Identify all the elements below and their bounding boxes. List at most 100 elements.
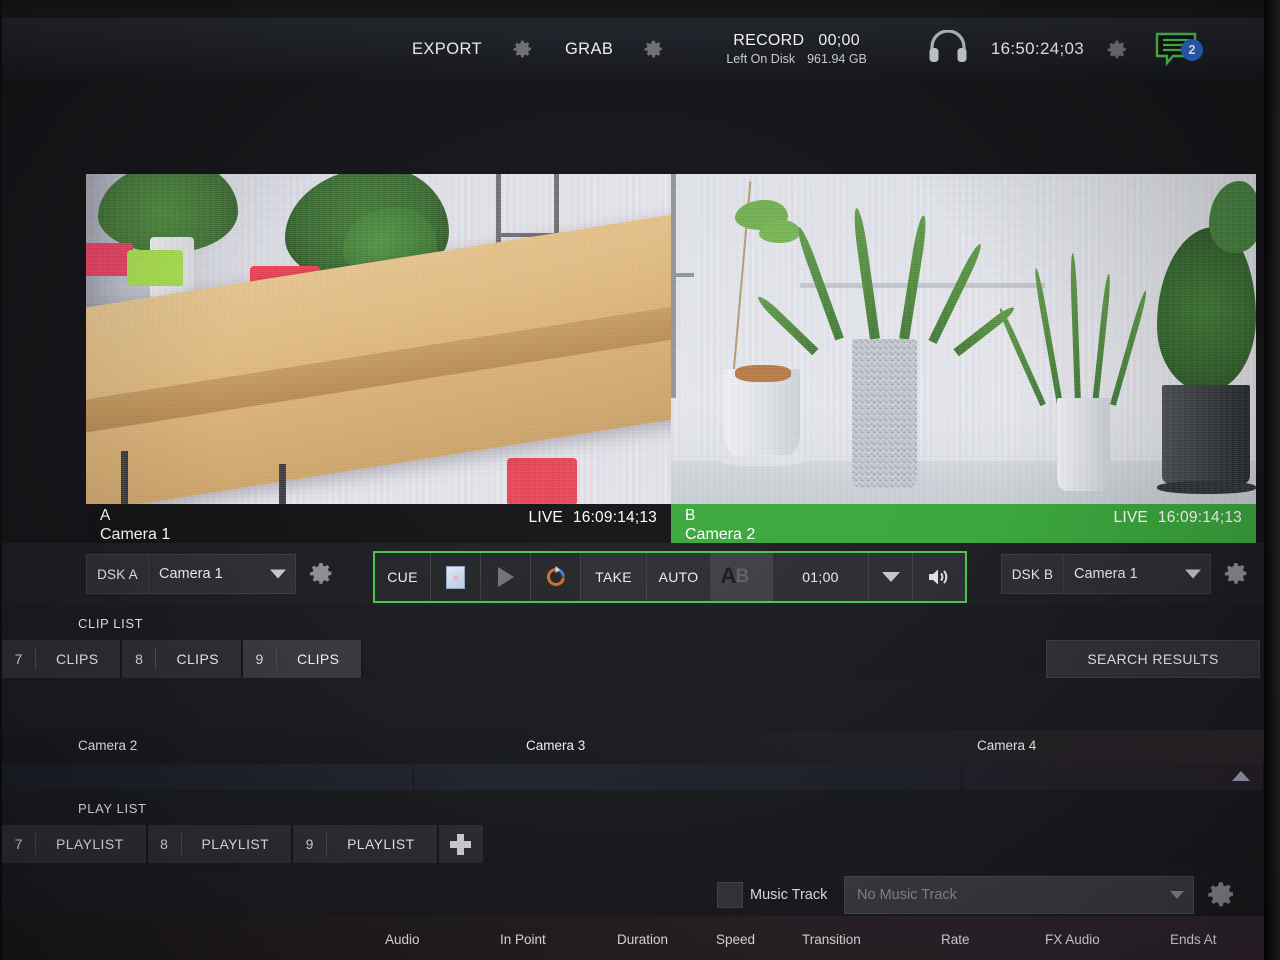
monitor-bezel-right	[1264, 0, 1280, 960]
grab-gear-icon[interactable]	[643, 39, 664, 60]
top-toolbar: EXPORT GRAB RECORD 00;00 Left On Disk 961.…	[2, 18, 1264, 80]
grab-label: GRAB	[564, 39, 614, 58]
play-button[interactable]	[481, 553, 531, 601]
clip-columns-header: Audio In Point Duration Speed Transition…	[2, 916, 1264, 960]
playlist-tab-7-number: 7	[2, 833, 36, 855]
dsk-b-button[interactable]: DSK B	[1001, 554, 1063, 594]
playlist-tab-8-label: PLAYLIST	[201, 836, 270, 852]
playlist-tab-9[interactable]: 9 PLAYLIST	[293, 825, 439, 863]
export-button[interactable]: EXPORT	[412, 40, 482, 59]
plus-icon	[450, 833, 472, 855]
chevron-down-icon	[270, 569, 286, 579]
clip-tab-8-label: CLIPS	[176, 651, 219, 667]
music-track-select[interactable]: No Music Track	[844, 876, 1194, 914]
monitor-photo: EXPORT GRAB RECORD 00;00 Left On Disk 961.…	[0, 0, 1280, 960]
clip-thumbnail-cell[interactable]	[2, 764, 414, 790]
column-in-point[interactable]: In Point	[500, 932, 546, 947]
column-speed[interactable]: Speed	[716, 932, 755, 947]
column-ends-at[interactable]: Ends At	[1170, 932, 1217, 947]
add-playlist-button[interactable]	[438, 825, 483, 863]
messages-button[interactable]: 2	[1155, 32, 1203, 67]
record-status[interactable]: RECORD 00;00 Left On Disk 961.94 GB	[726, 32, 867, 66]
play-icon	[497, 567, 514, 587]
music-track-gear-icon[interactable]	[1206, 880, 1236, 915]
stop-button[interactable]	[431, 553, 481, 601]
loop-button[interactable]	[531, 553, 581, 601]
dsk-a-gear-icon[interactable]	[308, 554, 334, 594]
dsk-a-control: DSK A Camera 1	[86, 554, 334, 594]
music-track-value: No Music Track	[857, 887, 957, 903]
clip-camera-row: Camera 2 Camera 3 Camera 4	[2, 730, 1264, 764]
clip-list-tabs: 7 CLIPS 8 CLIPS 9 CLIPS	[2, 640, 364, 678]
switcher-screen: EXPORT GRAB RECORD 00;00 Left On Disk 961.…	[2, 18, 1264, 960]
clip-camera-2-label[interactable]: Camera 2	[78, 738, 137, 753]
playlist-tab-7[interactable]: 7 PLAYLIST	[2, 825, 148, 863]
auto-button[interactable]: AUTO	[647, 553, 711, 601]
monitor-bezel-top	[0, 0, 1280, 18]
dsk-b-control: DSK B Camera 1	[1001, 554, 1249, 594]
clip-tab-7[interactable]: 7 CLIPS	[2, 640, 123, 678]
chevron-down-icon	[1170, 891, 1184, 899]
volume-icon	[929, 569, 948, 585]
dsk-a-button[interactable]: DSK A	[86, 554, 148, 594]
music-track-label: Music Track	[750, 887, 828, 903]
clip-camera-4-label[interactable]: Camera 4	[977, 738, 1036, 753]
clip-thumbnail-cell[interactable]	[414, 764, 962, 790]
clip-list-title: CLIP LIST	[78, 616, 144, 631]
clock-gear-icon[interactable]	[1106, 39, 1127, 60]
transition-duration-value[interactable]: 01;00	[773, 553, 869, 601]
take-button[interactable]: TAKE	[581, 553, 647, 601]
clip-tab-8-number: 8	[122, 648, 157, 670]
transition-control-group: CUE TAKE AUTO AB 01;00	[373, 551, 967, 603]
dsk-a-source-value: Camera 1	[159, 566, 223, 582]
playlist-tab-8[interactable]: 8 PLAYLIST	[147, 825, 294, 863]
dsk-b-gear-icon[interactable]	[1223, 554, 1249, 594]
headphone-icon[interactable]	[927, 28, 969, 69]
music-track-checkbox[interactable]	[717, 882, 743, 908]
column-duration[interactable]: Duration	[617, 932, 668, 947]
dsk-a-source-select[interactable]: Camera 1	[148, 554, 296, 594]
column-fx-audio[interactable]: FX Audio	[1045, 932, 1100, 947]
multiview: 6 51 232430	[86, 174, 1256, 504]
export-gear-icon[interactable]	[512, 39, 533, 60]
scroll-up-arrow-icon[interactable]	[1232, 771, 1250, 781]
clip-camera-3-label[interactable]: Camera 3	[526, 738, 585, 753]
clip-tab-8[interactable]: 8 CLIPS	[122, 640, 243, 678]
music-track-row: Music Track No Music Track	[2, 869, 1264, 921]
play-list-tabs: 7 PLAYLIST 8 PLAYLIST 9 PLAYLIST	[2, 825, 483, 863]
preview-b-video[interactable]	[671, 174, 1256, 504]
preview-a-video[interactable]: 6 51 232430	[86, 174, 671, 504]
record-timecode: 00;00	[818, 32, 860, 50]
playlist-tab-7-label: PLAYLIST	[56, 836, 124, 852]
clip-tab-9-number: 9	[243, 648, 277, 670]
preview-a-state: LIVE	[528, 509, 563, 526]
preview-b-timecode: 16:09:14;13	[1157, 509, 1242, 526]
message-count-badge: 2	[1180, 39, 1203, 61]
audio-mute-button[interactable]	[913, 553, 965, 601]
clip-list-body[interactable]	[2, 678, 1264, 730]
chevron-down-icon	[1185, 569, 1201, 579]
grab-button[interactable]: GRAB	[565, 40, 613, 59]
system-clock: 16:50:24;03	[990, 39, 1084, 58]
clip-thumbnail-cell[interactable]	[962, 764, 1264, 790]
column-transition[interactable]: Transition	[802, 932, 861, 947]
transition-duration-dropdown[interactable]	[869, 553, 913, 601]
clip-tab-9[interactable]: 9 CLIPS	[242, 640, 364, 678]
monitor-bezel-left	[0, 0, 2, 960]
preview-stage: 6 51 232430	[2, 80, 1264, 556]
column-rate[interactable]: Rate	[941, 932, 970, 947]
chevron-down-icon	[881, 572, 900, 582]
playlist-tab-9-label: PLAYLIST	[347, 836, 415, 852]
transition-type-button[interactable]: AB	[711, 553, 773, 601]
search-results-button[interactable]: SEARCH RESULTS	[1046, 640, 1260, 678]
preview-b-state: LIVE	[1113, 509, 1148, 526]
dsk-b-source-value: Camera 1	[1074, 566, 1138, 582]
clip-thumbnail-row[interactable]	[2, 764, 1264, 790]
loop-icon	[546, 566, 565, 586]
dsk-b-source-select[interactable]: Camera 1	[1063, 554, 1211, 594]
preview-a-timecode: 16:09:14;13	[572, 509, 657, 526]
column-audio[interactable]: Audio	[385, 932, 420, 947]
playlist-tab-8-number: 8	[148, 833, 182, 855]
stop-icon	[446, 565, 465, 589]
cue-button[interactable]: CUE	[375, 553, 431, 601]
